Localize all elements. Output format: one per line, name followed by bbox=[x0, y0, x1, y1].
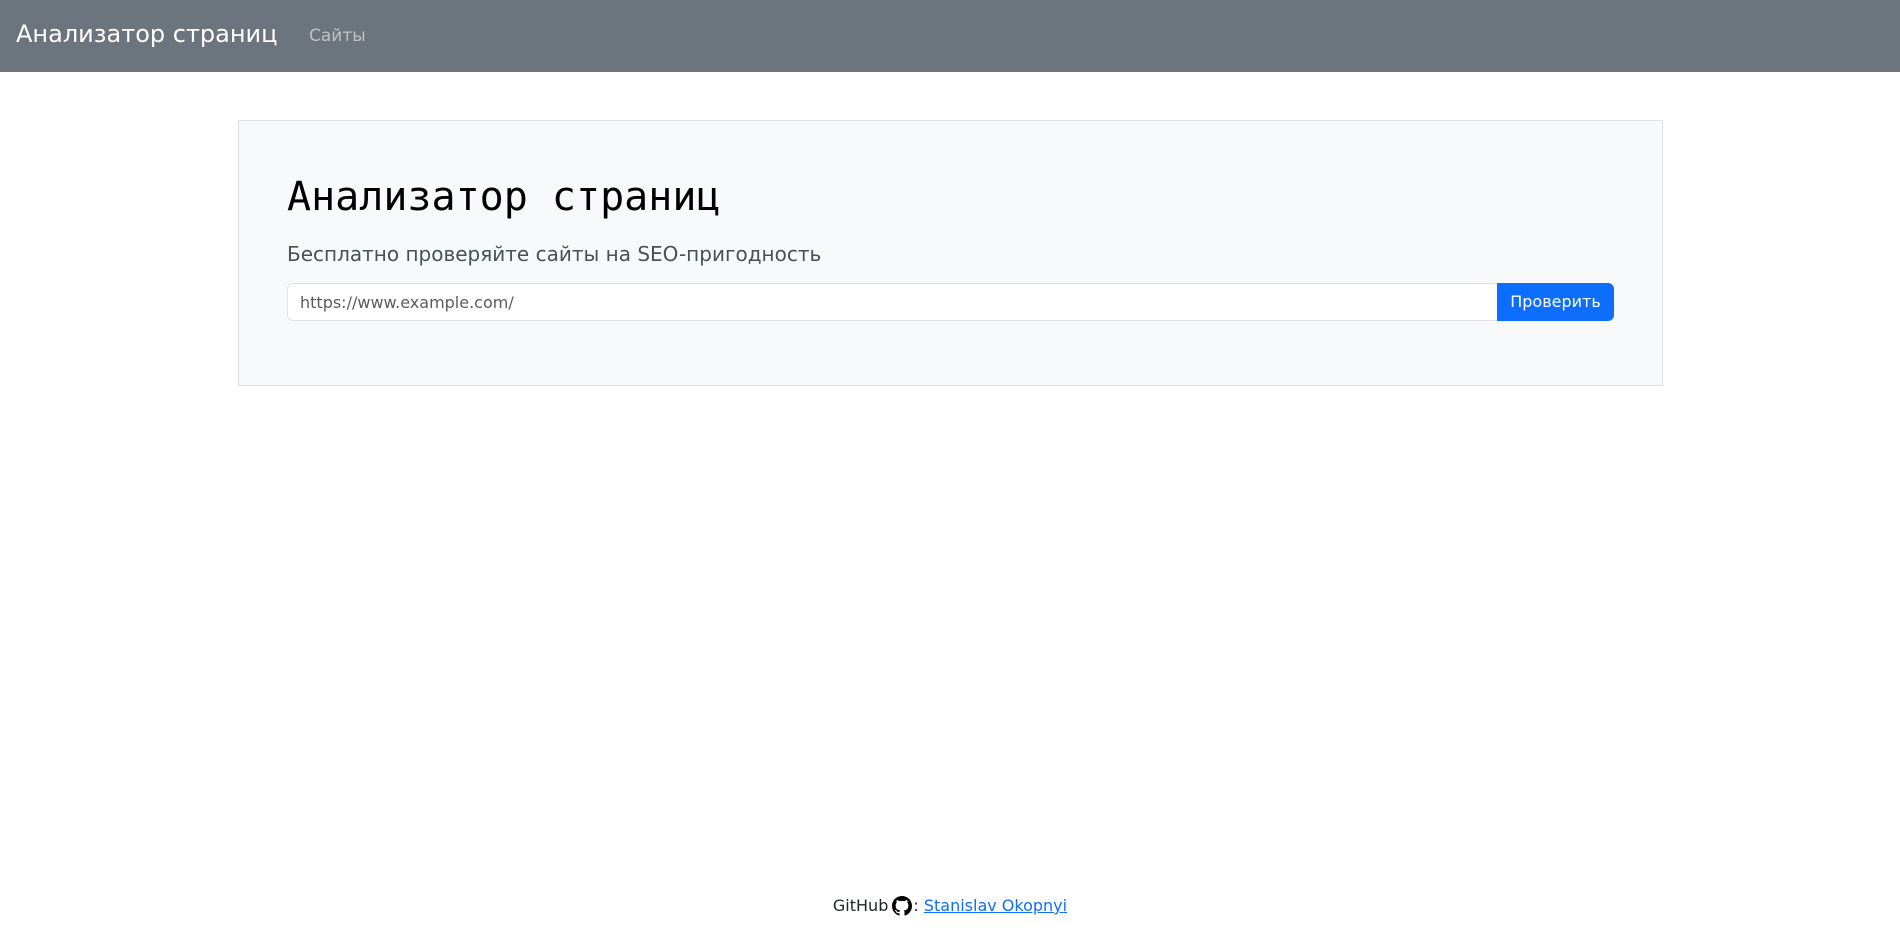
navbar-brand[interactable]: Анализатор страниц bbox=[16, 18, 278, 50]
hero-panel: Анализатор страниц Бесплатно проверяйте … bbox=[238, 120, 1663, 386]
footer-prefix: GitHub bbox=[832, 896, 889, 915]
hero-title: Анализатор страниц bbox=[287, 174, 721, 220]
github-icon bbox=[892, 896, 913, 916]
footer: GitHub: Stanislav Okopnyi bbox=[0, 894, 1900, 918]
hero-lead: Бесплатно проверяйте сайты на SEO-пригод… bbox=[287, 242, 822, 266]
footer-separator: : bbox=[913, 896, 919, 915]
nav-link-sites[interactable]: Сайты bbox=[309, 25, 366, 47]
url-input[interactable] bbox=[287, 283, 1497, 321]
navbar: Анализатор страниц Сайты bbox=[0, 0, 1900, 72]
author-link[interactable]: Stanislav Okopnyi bbox=[924, 896, 1067, 915]
check-button[interactable]: Проверить bbox=[1497, 283, 1614, 321]
